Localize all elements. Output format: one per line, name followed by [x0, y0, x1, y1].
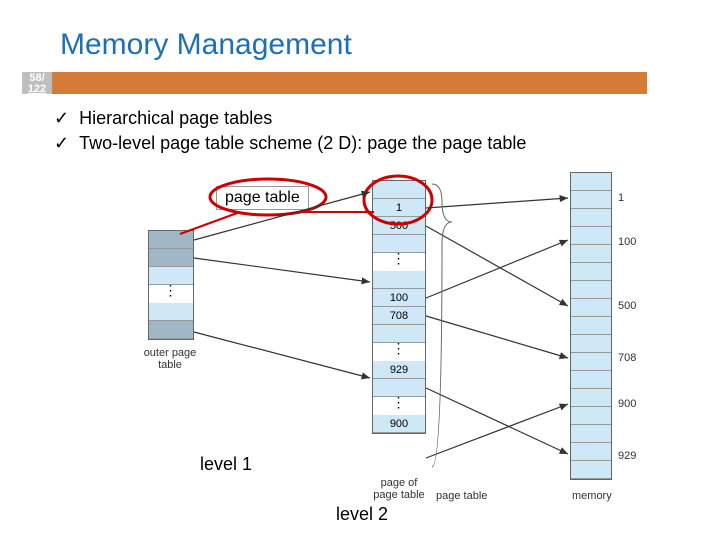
brace — [432, 184, 452, 467]
inner-cell: 1 — [373, 199, 425, 217]
mem-cell — [571, 371, 611, 389]
slide-number-badge: 58/ 122 — [22, 72, 52, 94]
page-table-annotation-box: page table — [216, 186, 309, 210]
memory-table — [570, 172, 612, 480]
mem-cell — [571, 191, 611, 209]
outer-cell — [149, 303, 193, 321]
arrow — [194, 258, 370, 282]
ellipsis-icon: ⋮ — [373, 343, 425, 361]
inner-cell: 708 — [373, 307, 425, 325]
ellipsis-icon: ⋮ — [373, 397, 425, 415]
arrow — [426, 316, 568, 358]
ellipsis-icon: ⋮ — [373, 253, 425, 271]
mem-cell — [571, 425, 611, 443]
inner-cell: 500 — [373, 217, 425, 235]
mem-cell — [571, 407, 611, 425]
inner-page-table: 1 500 ⋮ 100 708 ⋮ 929 ⋮ 900 — [372, 180, 426, 434]
page-title: Memory Management — [60, 28, 352, 62]
page-of-page-table-label: page of page table — [368, 477, 430, 501]
inner-cell — [373, 271, 425, 289]
check-icon: ✓ — [54, 108, 69, 128]
mem-val-900: 900 — [618, 398, 636, 410]
mem-val-500: 500 — [618, 300, 636, 312]
mem-cell — [571, 443, 611, 461]
arrow — [194, 332, 370, 378]
check-icon: ✓ — [54, 133, 69, 153]
ellipsis-icon: ⋮ — [149, 285, 193, 303]
mem-cell — [571, 461, 611, 479]
arrow — [426, 240, 568, 298]
mem-cell — [571, 353, 611, 371]
mem-val-929: 929 — [618, 450, 636, 462]
level1-label: level 1 — [200, 454, 252, 475]
arrow — [426, 404, 568, 458]
page-table-diagram: ⋮ outer page table 1 500 ⋮ 100 708 ⋮ 929… — [140, 172, 660, 532]
mem-cell — [571, 299, 611, 317]
level2-label: level 2 — [336, 504, 388, 525]
mem-cell — [571, 245, 611, 263]
bullet-2: ✓ Two-level page table scheme (2 D): pag… — [54, 133, 526, 154]
mem-cell — [571, 227, 611, 245]
mem-cell — [571, 317, 611, 335]
inner-cell: 900 — [373, 415, 425, 433]
arrow — [426, 226, 568, 306]
page-table-caption: page table — [436, 490, 487, 502]
inner-cell: 100 — [373, 289, 425, 307]
mem-cell — [571, 335, 611, 353]
mem-cell — [571, 281, 611, 299]
arrow — [426, 388, 568, 454]
mem-cell — [571, 173, 611, 191]
mem-val-100: 100 — [618, 236, 636, 248]
inner-cell — [373, 181, 425, 199]
mem-cell — [571, 209, 611, 227]
mem-cell — [571, 389, 611, 407]
arrow — [426, 198, 568, 208]
bullet-list: ✓ Hierarchical page tables ✓ Two-level p… — [54, 108, 526, 158]
outer-cell — [149, 249, 193, 267]
outer-page-table: ⋮ — [148, 230, 194, 340]
outer-cell — [149, 321, 193, 339]
mem-val-708: 708 — [618, 352, 636, 364]
bullet-1: ✓ Hierarchical page tables — [54, 108, 526, 129]
header-bar — [52, 72, 647, 94]
mem-val-1: 1 — [618, 192, 624, 204]
memory-label: memory — [572, 490, 612, 502]
mem-cell — [571, 263, 611, 281]
outer-page-table-label: outer page table — [140, 347, 200, 371]
outer-cell — [149, 231, 193, 249]
inner-cell: 929 — [373, 361, 425, 379]
badge-bottom: 122 — [22, 84, 52, 95]
